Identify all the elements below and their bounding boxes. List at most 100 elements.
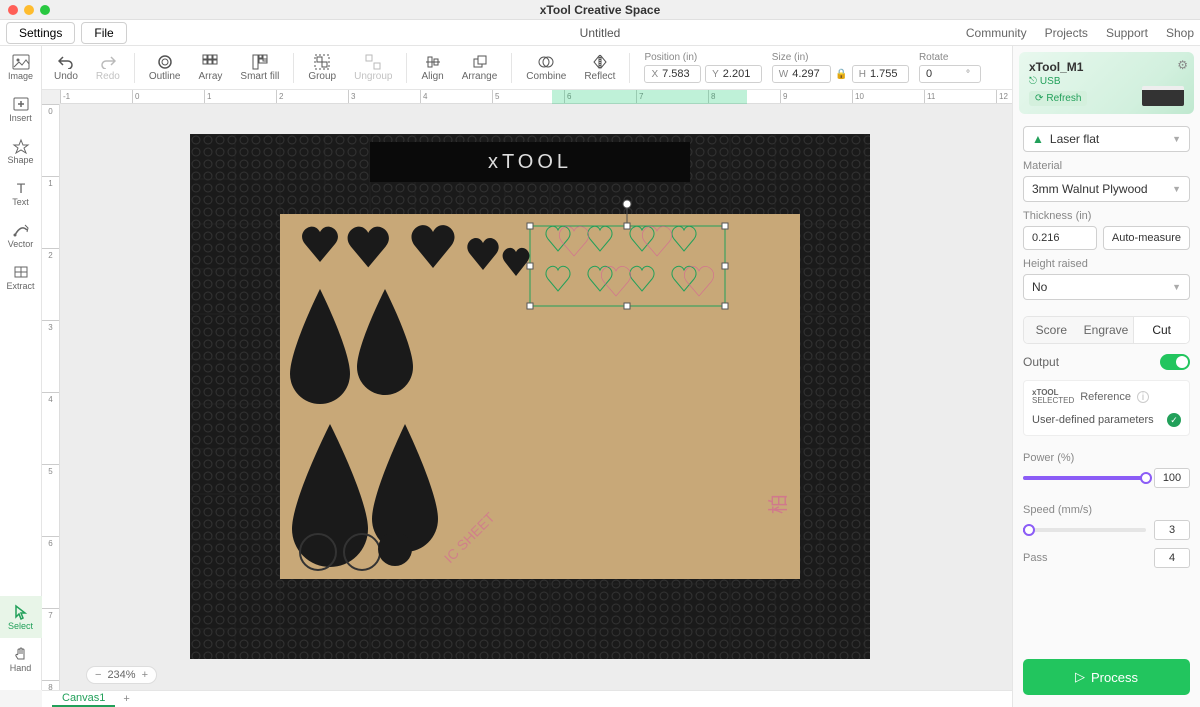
tab-cut[interactable]: Cut — [1133, 317, 1189, 343]
process-button[interactable]: ▷ Process — [1023, 659, 1190, 695]
array-icon — [201, 54, 219, 70]
material-select[interactable]: 3mm Walnut Plywood ▼ — [1023, 176, 1190, 202]
play-icon: ▷ — [1075, 669, 1085, 685]
tab-engrave[interactable]: Engrave — [1079, 317, 1134, 343]
check-icon: ✓ — [1167, 413, 1181, 427]
svg-text:T: T — [16, 180, 25, 196]
outline-button[interactable]: Outline — [141, 52, 189, 84]
device-card: ⚙ xTool_M1 ⎋USB ⟳Refresh — [1019, 52, 1194, 114]
processing-mode-tabs: Score Engrave Cut — [1023, 316, 1190, 344]
combine-icon — [537, 54, 555, 70]
material-label: Material — [1023, 160, 1190, 172]
thickness-label: Thickness (in) — [1023, 210, 1190, 222]
sidebar-shape[interactable]: Shape — [0, 130, 42, 172]
size-w-input[interactable]: W4.297 — [772, 65, 831, 83]
tab-score[interactable]: Score — [1024, 317, 1079, 343]
reflect-button[interactable]: Reflect — [576, 52, 623, 84]
arrange-button[interactable]: Arrange — [454, 52, 506, 84]
speed-slider[interactable] — [1023, 528, 1146, 532]
canvas-area: -101234567891011121314 012345678 xTOOL — [42, 90, 1012, 690]
laser-mode-select[interactable]: ▲ Laser flat ▼ — [1023, 126, 1190, 152]
svg-text:柏: 柏 — [767, 494, 790, 514]
reflect-icon — [591, 54, 609, 70]
auto-measure-button[interactable]: Auto-measure — [1103, 226, 1190, 250]
size-group: Size (in) W4.297 🔒 H1.755 — [772, 52, 909, 83]
lock-aspect-icon[interactable]: 🔒 — [835, 69, 847, 80]
add-canvas-button[interactable]: + — [115, 693, 137, 705]
hand-icon — [12, 646, 30, 662]
menubar: Settings File Untitled Community Project… — [0, 20, 1200, 46]
refresh-icon: ⟳ — [1035, 93, 1043, 104]
speed-value[interactable]: 3 — [1154, 520, 1190, 540]
zoom-out-button[interactable]: − — [95, 669, 101, 681]
device-name: xTool_M1 — [1029, 60, 1184, 74]
settings-button[interactable]: Settings — [6, 22, 75, 44]
device-settings-icon[interactable]: ⚙ — [1177, 58, 1188, 72]
titlebar: xTool Creative Space — [0, 0, 1200, 20]
zoom-control[interactable]: − 234% + — [86, 666, 157, 684]
redo-icon — [99, 54, 117, 70]
undo-icon — [57, 54, 75, 70]
zoom-level: 234% — [107, 669, 135, 681]
group-button[interactable]: Group — [300, 52, 344, 84]
smartfill-icon — [251, 54, 269, 70]
power-slider[interactable] — [1023, 476, 1146, 480]
reference-box: xTOOLSELECTED Reference i User-defined p… — [1023, 380, 1190, 436]
pass-value[interactable]: 4 — [1154, 548, 1190, 568]
smartfill-button[interactable]: Smart fill — [232, 52, 287, 84]
speed-label: Speed (mm/s) — [1023, 504, 1190, 516]
community-link[interactable]: Community — [966, 26, 1027, 40]
output-toggle[interactable] — [1160, 354, 1190, 370]
sidebar-vector[interactable]: Vector — [0, 214, 42, 256]
redo-button: Redo — [88, 52, 128, 84]
svg-text:xTOOL: xTOOL — [488, 151, 572, 173]
align-button[interactable]: Align — [413, 52, 451, 84]
maximize-window-button[interactable] — [40, 5, 50, 15]
rotate-input[interactable]: 0° — [919, 65, 981, 83]
close-window-button[interactable] — [8, 5, 18, 15]
image-icon — [12, 54, 30, 70]
sidebar-extract[interactable]: Extract — [0, 256, 42, 298]
canvas-viewport[interactable]: xTOOL 柏 I — [60, 104, 1012, 690]
combine-button[interactable]: Combine — [518, 52, 574, 84]
info-icon[interactable]: i — [1137, 391, 1149, 403]
document-title: Untitled — [580, 26, 621, 40]
zoom-in-button[interactable]: + — [142, 669, 148, 681]
user-defined-label: User-defined parameters — [1032, 414, 1154, 426]
undo-button[interactable]: Undo — [46, 52, 86, 84]
sidebar-insert[interactable]: Insert — [0, 88, 42, 130]
align-icon — [424, 54, 442, 70]
minimize-window-button[interactable] — [24, 5, 34, 15]
sidebar-image[interactable]: Image — [0, 46, 42, 88]
sidebar-text[interactable]: T Text — [0, 172, 42, 214]
insert-icon — [12, 96, 30, 112]
sidebar-select[interactable]: Select — [0, 596, 42, 638]
array-button[interactable]: Array — [191, 52, 231, 84]
camera-preview: xTOOL 柏 I — [190, 134, 870, 659]
support-link[interactable]: Support — [1106, 26, 1148, 40]
text-icon: T — [12, 180, 30, 196]
height-raised-select[interactable]: No ▼ — [1023, 274, 1190, 300]
sidebar-hand[interactable]: Hand — [0, 638, 42, 680]
xtool-selected-icon: xTOOLSELECTED — [1032, 389, 1074, 405]
ungroup-icon — [364, 54, 382, 70]
shop-link[interactable]: Shop — [1166, 26, 1194, 40]
ruler-horizontal: -101234567891011121314 — [60, 90, 1012, 104]
position-x-input[interactable]: X7.583 — [644, 65, 701, 83]
size-h-input[interactable]: H1.755 — [852, 65, 909, 83]
laser-icon: ▲ — [1032, 132, 1044, 146]
thickness-input[interactable]: 0.216 — [1023, 226, 1097, 250]
position-group: Position (in) X7.583 Y2.201 — [644, 52, 761, 83]
canvas-tab-1[interactable]: Canvas1 — [52, 691, 115, 707]
canvas-tabs: Canvas1 + — [42, 690, 1012, 707]
file-button[interactable]: File — [81, 22, 126, 44]
shape-icon — [12, 138, 30, 154]
ungroup-button: Ungroup — [346, 52, 400, 84]
refresh-button[interactable]: ⟳Refresh — [1029, 91, 1087, 106]
position-y-input[interactable]: Y2.201 — [705, 65, 762, 83]
window-controls — [8, 5, 50, 15]
ruler-selection-highlight — [552, 90, 747, 104]
projects-link[interactable]: Projects — [1045, 26, 1088, 40]
left-sidebar: Image Insert Shape T Text Vector Extract… — [0, 46, 42, 690]
power-value[interactable]: 100 — [1154, 468, 1190, 488]
